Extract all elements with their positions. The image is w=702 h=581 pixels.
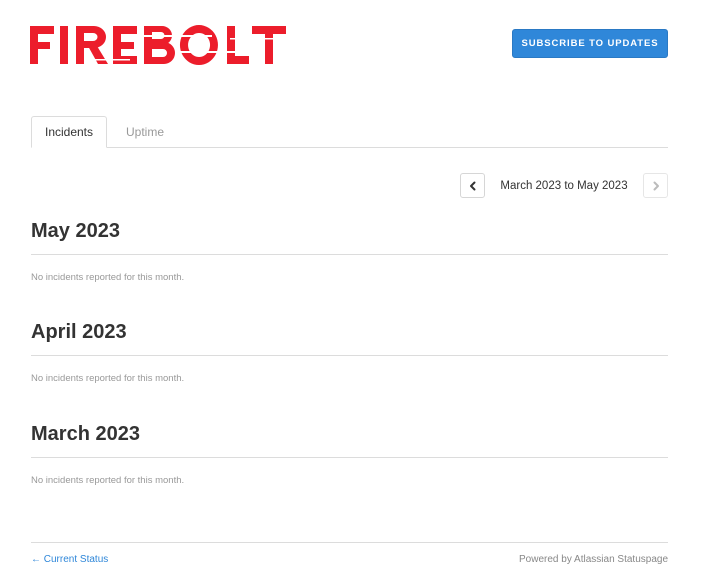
logo-graphic [30,25,286,65]
date-range-pager: March 2023 to May 2023 [460,173,668,198]
tab-incidents[interactable]: Incidents [31,116,107,148]
current-status-link[interactable]: ← Current Status [31,554,108,565]
next-range-button[interactable] [643,173,668,198]
firebolt-logo[interactable] [30,22,288,68]
month-section-may: May 2023 No incidents reported for this … [31,218,668,283]
no-incidents-text: No incidents reported for this month. [31,373,185,384]
previous-range-button[interactable] [460,173,485,198]
powered-by-link[interactable]: Powered by Atlassian Statuspage [519,554,668,565]
no-incidents-text: No incidents reported for this month. [31,272,185,283]
month-title: May 2023 [31,218,668,255]
tab-uptime[interactable]: Uptime [107,116,183,148]
month-section-march: March 2023 No incidents reported for thi… [31,421,668,486]
tab-bar: Incidents Uptime [31,116,668,148]
subscribe-to-updates-button[interactable]: SUBSCRIBE TO UPDATES [512,29,668,58]
page-footer: ← Current Status Powered by Atlassian St… [31,542,668,573]
chevron-left-icon [469,181,475,190]
month-title: April 2023 [31,319,668,356]
date-range-label: March 2023 to May 2023 [500,179,628,192]
no-incidents-text: No incidents reported for this month. [31,475,185,486]
month-section-april: April 2023 No incidents reported for thi… [31,319,668,384]
month-title: March 2023 [31,421,668,458]
chevron-right-icon [653,181,659,190]
